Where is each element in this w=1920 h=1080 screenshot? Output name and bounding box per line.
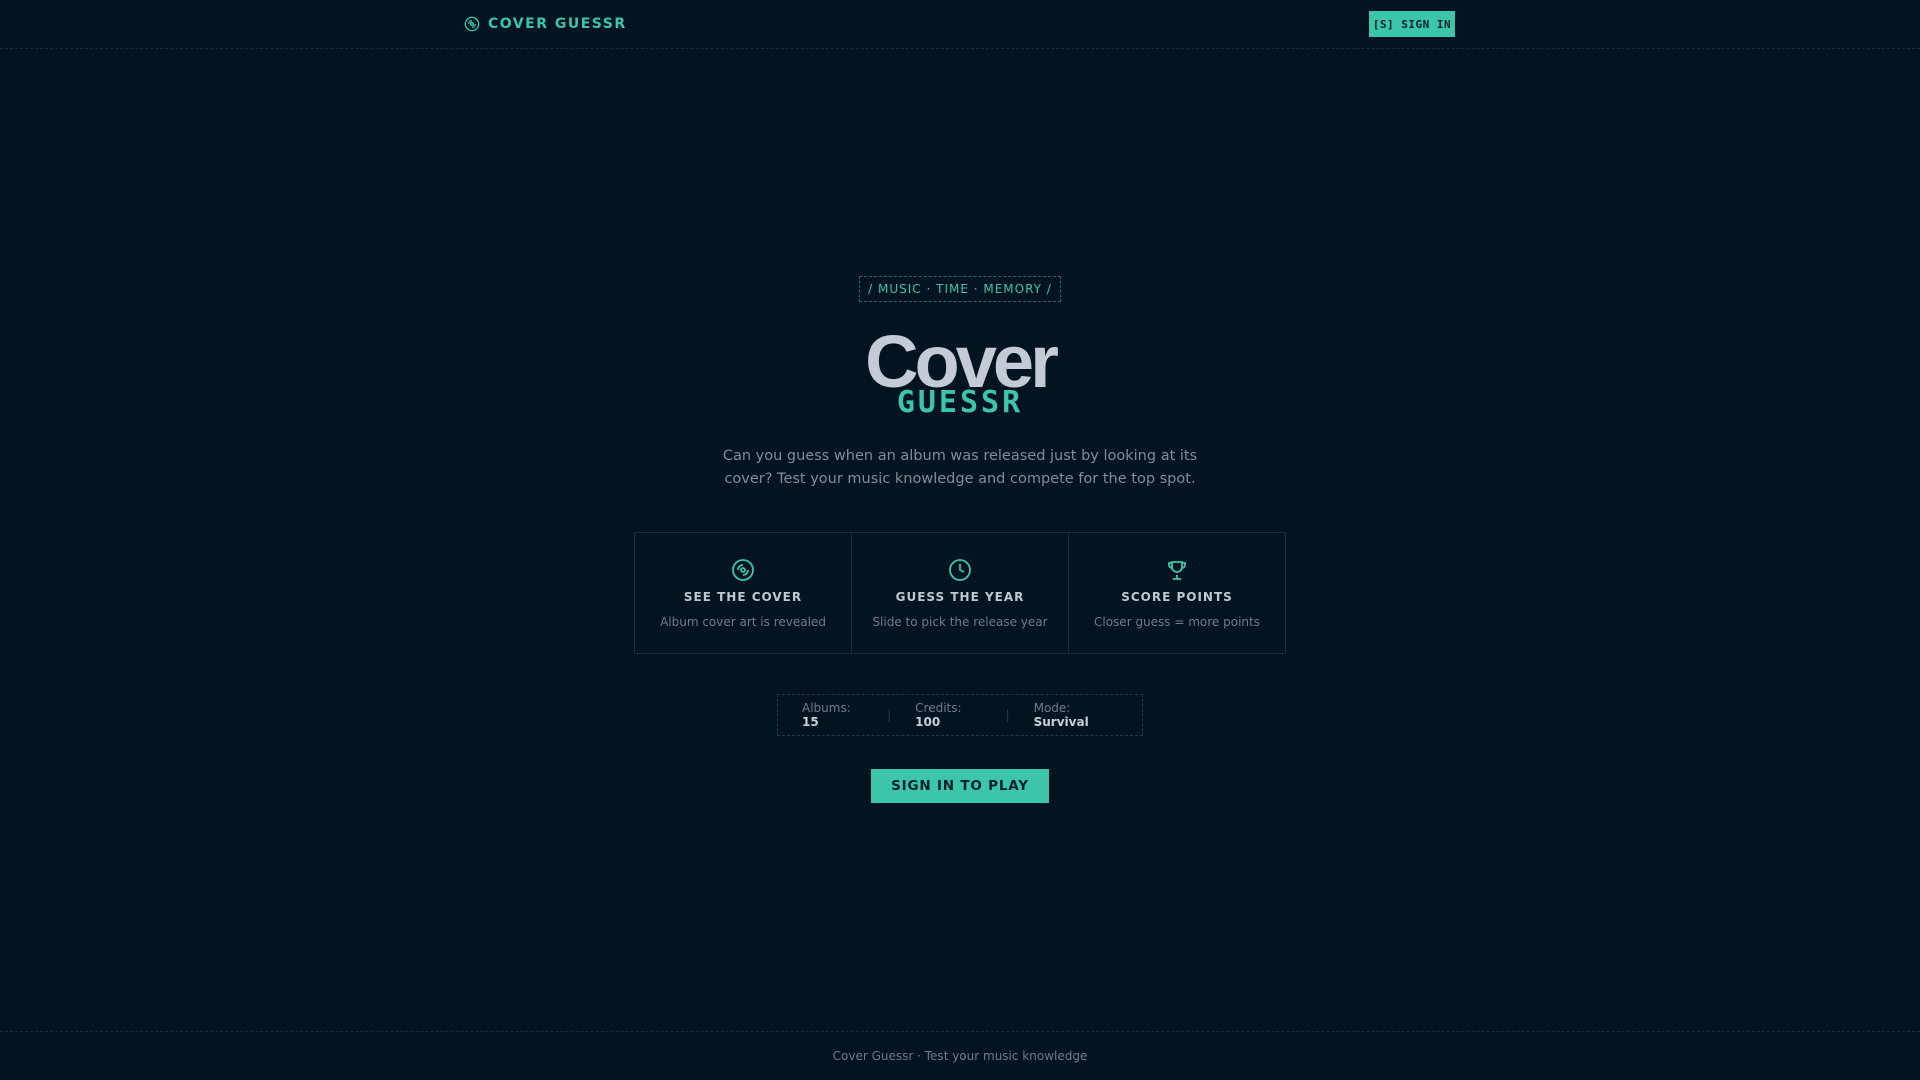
footer-text: Cover Guessr · Test your music knowledge bbox=[832, 1049, 1088, 1063]
step-title: GUESS THE YEAR bbox=[895, 590, 1025, 604]
stat-credits: Credits: 100 bbox=[891, 701, 1005, 729]
vinyl-disc-icon bbox=[464, 16, 480, 32]
stat-value: 15 bbox=[802, 715, 819, 729]
brand-name: COVER GUESSR bbox=[488, 16, 627, 32]
sign-in-to-play-button[interactable]: SIGN IN TO PLAY bbox=[871, 769, 1049, 803]
footer: Cover Guessr · Test your music knowledge bbox=[0, 1031, 1920, 1080]
clock-icon bbox=[949, 559, 971, 581]
top-bar: COVER GUESSR [S] SIGN IN bbox=[0, 0, 1920, 49]
stat-label: Albums: bbox=[802, 701, 851, 715]
title-guessr: GUESSR bbox=[896, 385, 1024, 420]
step-guess-year: GUESS THE YEAR Slide to pick the release… bbox=[852, 533, 1069, 653]
stat-value: 100 bbox=[915, 715, 941, 729]
step-score-points: SCORE POINTS Closer guess = more points bbox=[1069, 533, 1285, 653]
step-description: Album cover art is revealed bbox=[660, 615, 826, 629]
stat-label: Mode: bbox=[1033, 701, 1071, 715]
sign-in-button[interactable]: [S] SIGN IN bbox=[1369, 11, 1455, 37]
stat-value: Survival bbox=[1033, 715, 1089, 729]
step-title: SCORE POINTS bbox=[1121, 590, 1233, 604]
tagline-badge: / MUSIC · TIME · MEMORY / bbox=[859, 276, 1061, 302]
step-description: Slide to pick the release year bbox=[872, 615, 1048, 629]
game-stats: Albums: 15 | Credits: 100 | Mode: Surviv… bbox=[777, 694, 1143, 736]
step-title: SEE THE COVER bbox=[683, 590, 803, 604]
intro-text: Can you guess when an album was released… bbox=[722, 448, 1198, 487]
stat-label: Credits: bbox=[915, 701, 962, 715]
brand-logo[interactable]: COVER GUESSR bbox=[464, 14, 627, 34]
how-to-play-steps: SEE THE COVER Album cover art is reveale… bbox=[634, 532, 1286, 654]
step-see-cover: SEE THE COVER Album cover art is reveale… bbox=[635, 533, 852, 653]
stat-mode: Mode: Survival bbox=[1010, 701, 1142, 729]
trophy-icon bbox=[1168, 561, 1186, 580]
vinyl-disc-icon bbox=[732, 559, 754, 581]
step-description: Closer guess = more points bbox=[1094, 615, 1260, 629]
stat-albums: Albums: 15 bbox=[778, 701, 887, 729]
